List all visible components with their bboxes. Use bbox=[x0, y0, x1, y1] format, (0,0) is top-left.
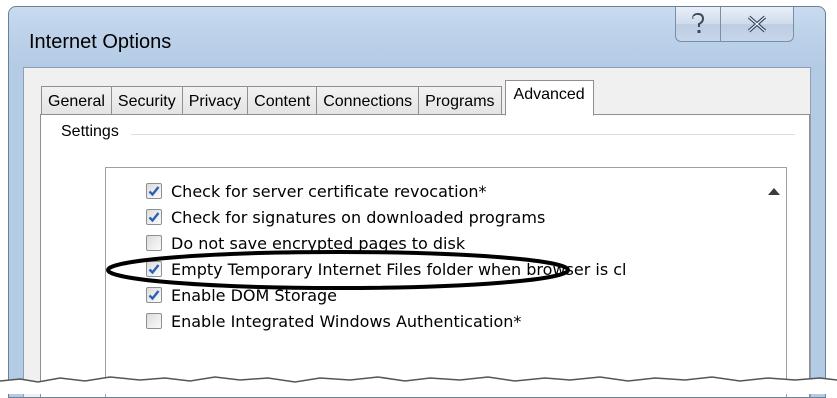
checkmark-icon bbox=[148, 290, 160, 301]
list-item-label: Enable Integrated Windows Authentication… bbox=[171, 311, 522, 331]
checkbox[interactable] bbox=[146, 313, 162, 329]
dialog-client-area: General Security Privacy Content Connect… bbox=[23, 67, 811, 397]
list-item-label: Empty Temporary Internet Files folder wh… bbox=[171, 259, 627, 279]
list-item[interactable]: Check for signatures on downloaded progr… bbox=[106, 205, 545, 229]
checkmark-icon bbox=[148, 212, 160, 223]
tab-privacy[interactable]: Privacy bbox=[181, 86, 249, 116]
close-button[interactable] bbox=[720, 7, 794, 42]
list-item-label: Enable DOM Storage bbox=[171, 285, 337, 305]
title-bar: Internet Options bbox=[9, 7, 825, 67]
list-item-label: Check for server certificate revocation* bbox=[171, 181, 487, 201]
advanced-tab-panel: Settings Check for server certificate re… bbox=[40, 114, 810, 397]
checkbox-checked[interactable] bbox=[146, 209, 162, 225]
settings-group-divider bbox=[131, 134, 795, 135]
internet-options-window: Internet Options General Security Privac… bbox=[8, 6, 826, 398]
list-item[interactable]: Do not save encrypted pages to disk bbox=[106, 231, 465, 255]
list-item-label: Do not save encrypted pages to disk bbox=[171, 233, 466, 253]
help-icon bbox=[692, 12, 705, 33]
tab-general[interactable]: General bbox=[41, 86, 112, 116]
checkmark-icon bbox=[148, 264, 160, 275]
window-title: Internet Options bbox=[29, 31, 172, 53]
tab-content[interactable]: Content bbox=[247, 86, 318, 116]
list-item[interactable]: Enable Integrated Windows Authentication… bbox=[106, 309, 521, 333]
scroll-up-arrow-icon[interactable] bbox=[768, 188, 780, 195]
checkbox-checked[interactable] bbox=[146, 261, 162, 277]
list-item[interactable]: Empty Temporary Internet Files folder wh… bbox=[106, 257, 626, 281]
tab-advanced[interactable]: Advanced bbox=[504, 80, 594, 116]
tab-security[interactable]: Security bbox=[110, 86, 183, 116]
close-icon bbox=[747, 15, 767, 33]
tab-strip: General Security Privacy Content Connect… bbox=[41, 80, 594, 116]
vertical-scrollbar[interactable] bbox=[762, 168, 786, 397]
settings-group-label: Settings bbox=[61, 123, 125, 141]
help-button[interactable] bbox=[675, 7, 721, 42]
settings-list[interactable]: Check for server certificate revocation*… bbox=[105, 167, 787, 397]
checkbox-checked[interactable] bbox=[146, 183, 162, 199]
checkbox[interactable] bbox=[146, 235, 162, 251]
list-item[interactable]: Check for server certificate revocation* bbox=[106, 179, 487, 203]
tab-connections[interactable]: Connections bbox=[316, 86, 420, 116]
list-item-label: Check for signatures on downloaded progr… bbox=[171, 207, 546, 227]
checkmark-icon bbox=[148, 186, 160, 197]
tab-programs[interactable]: Programs bbox=[418, 86, 502, 116]
list-item[interactable]: Enable DOM Storage bbox=[106, 283, 337, 307]
checkbox-checked[interactable] bbox=[146, 287, 162, 303]
torn-edge bbox=[0, 376, 837, 394]
